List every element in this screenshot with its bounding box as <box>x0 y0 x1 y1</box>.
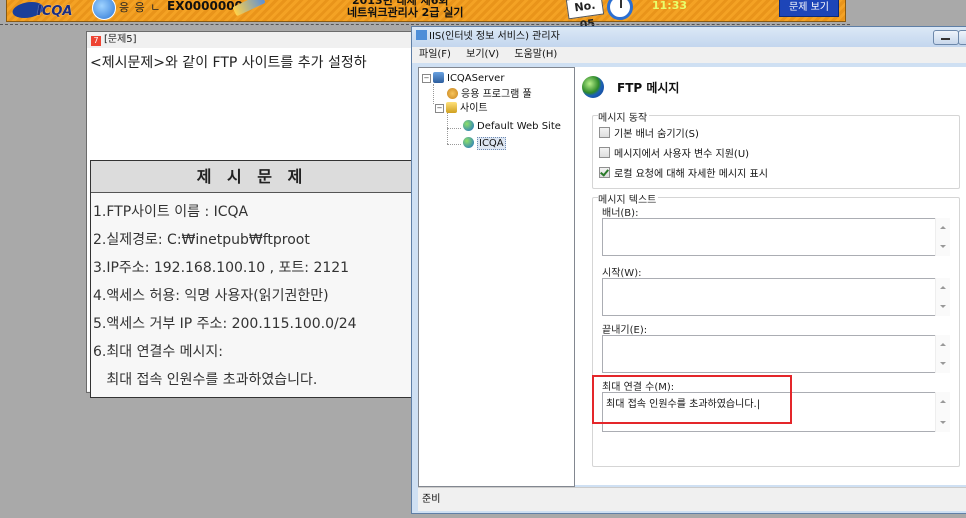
banner-label: 배너(B): <box>602 208 639 219</box>
icqa-logo: ICQA <box>9 0 87 21</box>
checkbox-box[interactable] <box>599 127 610 138</box>
collapse-toggle-icon[interactable]: − <box>435 104 444 113</box>
tree-node-icqa[interactable]: ICQA <box>463 137 506 151</box>
iis-window-title: IIS(인터넷 정보 서비스) 관리자 <box>429 31 560 42</box>
server-icon <box>433 72 444 83</box>
question-window: 7 [문제5] <제시문제>와 같이 FTP 사이트를 추가 설정하 제 시 문 … <box>86 31 420 398</box>
banner-scrollbar[interactable] <box>935 218 950 256</box>
tree-node-app-pools[interactable]: 응용 프로그램 풀 <box>447 88 532 102</box>
logo-text: ICQA <box>37 4 73 19</box>
tree-node-label: 응용 프로그램 풀 <box>461 89 532 100</box>
tree-node-label: ICQAServer <box>447 73 505 84</box>
iis-app-icon <box>416 30 427 40</box>
user-variables-checkbox[interactable]: 메시지에서 사용자 변수 지원(U) <box>599 145 749 160</box>
question-window-title: [문제5] <box>104 34 137 45</box>
condition-item: 1.FTP사이트 이름 : ICQA <box>93 204 249 220</box>
exit-textarea[interactable] <box>602 335 949 373</box>
condition-item: 3.IP주소: 192.168.100.10 , 포트: 2121 <box>93 260 350 276</box>
candidate-info-icon <box>92 0 116 20</box>
pane-title: FTP 메시지 <box>617 81 680 95</box>
iis-manager-window: IIS(인터넷 정보 서비스) 관리자 파일(F) 보기(V) 도움말(H) −… <box>411 26 966 514</box>
conditions-box: 제 시 문 제 1.FTP사이트 이름 : ICQA 2.실제경로: C:₩in… <box>90 160 414 398</box>
ftp-globe-icon <box>582 76 604 98</box>
menu-bar: 파일(F) 보기(V) 도움말(H) <box>412 47 966 63</box>
checkbox-label: 기본 배너 숨기기(S) <box>614 129 699 140</box>
exit-scrollbar[interactable] <box>935 335 950 373</box>
tree-node-label: Default Web Site <box>477 121 561 132</box>
checkbox-box[interactable] <box>599 167 610 178</box>
question-app-icon: 7 <box>91 36 101 46</box>
behavior-group-label: 메시지 동작 <box>598 109 650 124</box>
hide-banner-checkbox[interactable]: 기본 배너 숨기기(S) <box>599 125 699 140</box>
exam-top-bar: ICQA 응 응 ㄴ EX00000000 2013년 대제 제6회 네트워크관… <box>6 0 846 32</box>
tree-connector <box>433 84 434 104</box>
checkbox-box[interactable] <box>599 147 610 158</box>
view-question-button[interactable]: 문제 보기 <box>779 0 839 17</box>
remaining-time: 11:33 <box>652 0 688 12</box>
welcome-label: 시작(W): <box>602 268 642 279</box>
tree-node-default-web-site[interactable]: Default Web Site <box>463 120 561 134</box>
collapse-toggle-icon[interactable]: − <box>422 74 431 83</box>
candidate-label: 응 응 ㄴ <box>119 1 162 14</box>
tree-node-sites[interactable]: − 사이트 <box>435 102 488 116</box>
condition-item: 4.액세스 허용: 익명 사용자(읽기권한만) <box>93 288 329 304</box>
question-number-badge: No. 05 <box>565 0 605 32</box>
tree-node-label: ICQA <box>477 137 506 150</box>
welcome-scrollbar[interactable] <box>935 278 950 316</box>
conditions-title: 제 시 문 제 <box>91 161 413 193</box>
condition-item: 2.실제경로: C:₩inetpub₩ftproot <box>93 232 310 248</box>
banner-textarea[interactable] <box>602 218 949 256</box>
tree-connector <box>447 144 461 145</box>
app-pool-icon <box>447 88 458 99</box>
tree-node-label: 사이트 <box>460 103 488 114</box>
connections-tree: − ICQAServer 응용 프로그램 풀 − 사이트 Default Web S… <box>418 67 575 487</box>
sites-folder-icon <box>446 102 457 113</box>
menu-file[interactable]: 파일(F) <box>414 47 456 63</box>
detailed-messages-checkbox[interactable]: 로컬 요청에 대해 자세한 메시지 표시 <box>599 165 768 180</box>
condition-item: 5.액세스 거부 IP 주소: 200.115.100.0/24 <box>93 316 357 332</box>
question-text: <제시문제>와 같이 FTP 사이트를 추가 설정하 <box>90 55 367 71</box>
question-window-titlebar[interactable]: 7 [문제5] <box>87 32 419 48</box>
red-highlight-box <box>592 375 792 424</box>
exam-title-line2: 네트워크관리사 2급 실기 <box>347 6 464 19</box>
globe-icon <box>463 137 474 148</box>
maximize-button[interactable] <box>958 30 966 45</box>
checkbox-label: 메시지에서 사용자 변수 지원(U) <box>614 149 750 160</box>
condition-item: 6.최대 연결수 메시지: <box>93 344 224 360</box>
globe-icon <box>463 120 474 131</box>
clock-icon <box>607 0 633 20</box>
menu-help[interactable]: 도움말(H) <box>509 47 562 63</box>
status-bar: 준비 <box>418 487 966 511</box>
menu-view[interactable]: 보기(V) <box>461 47 504 63</box>
exit-label: 끝내기(E): <box>602 325 648 336</box>
iis-titlebar[interactable]: IIS(인터넷 정보 서비스) 관리자 <box>412 27 966 47</box>
max-connections-scrollbar[interactable] <box>935 392 950 432</box>
condition-item: 최대 접속 인원수를 초과하였습니다. <box>93 372 318 388</box>
question-body: <제시문제>와 같이 FTP 사이트를 추가 설정하 제 시 문 제 1.FTP… <box>87 48 417 398</box>
minimize-button[interactable] <box>933 30 959 45</box>
topbar-divider <box>0 24 850 25</box>
tree-node-server[interactable]: − ICQAServer <box>422 72 504 86</box>
ftp-messages-pane: FTP 메시지 메시지 동작 기본 배너 숨기기(S) 메시지에서 사용자 변수… <box>575 67 966 485</box>
checkbox-label: 로컬 요청에 대해 자세한 메시지 표시 <box>614 169 768 180</box>
welcome-textarea[interactable] <box>602 278 949 316</box>
tree-connector <box>447 128 461 129</box>
